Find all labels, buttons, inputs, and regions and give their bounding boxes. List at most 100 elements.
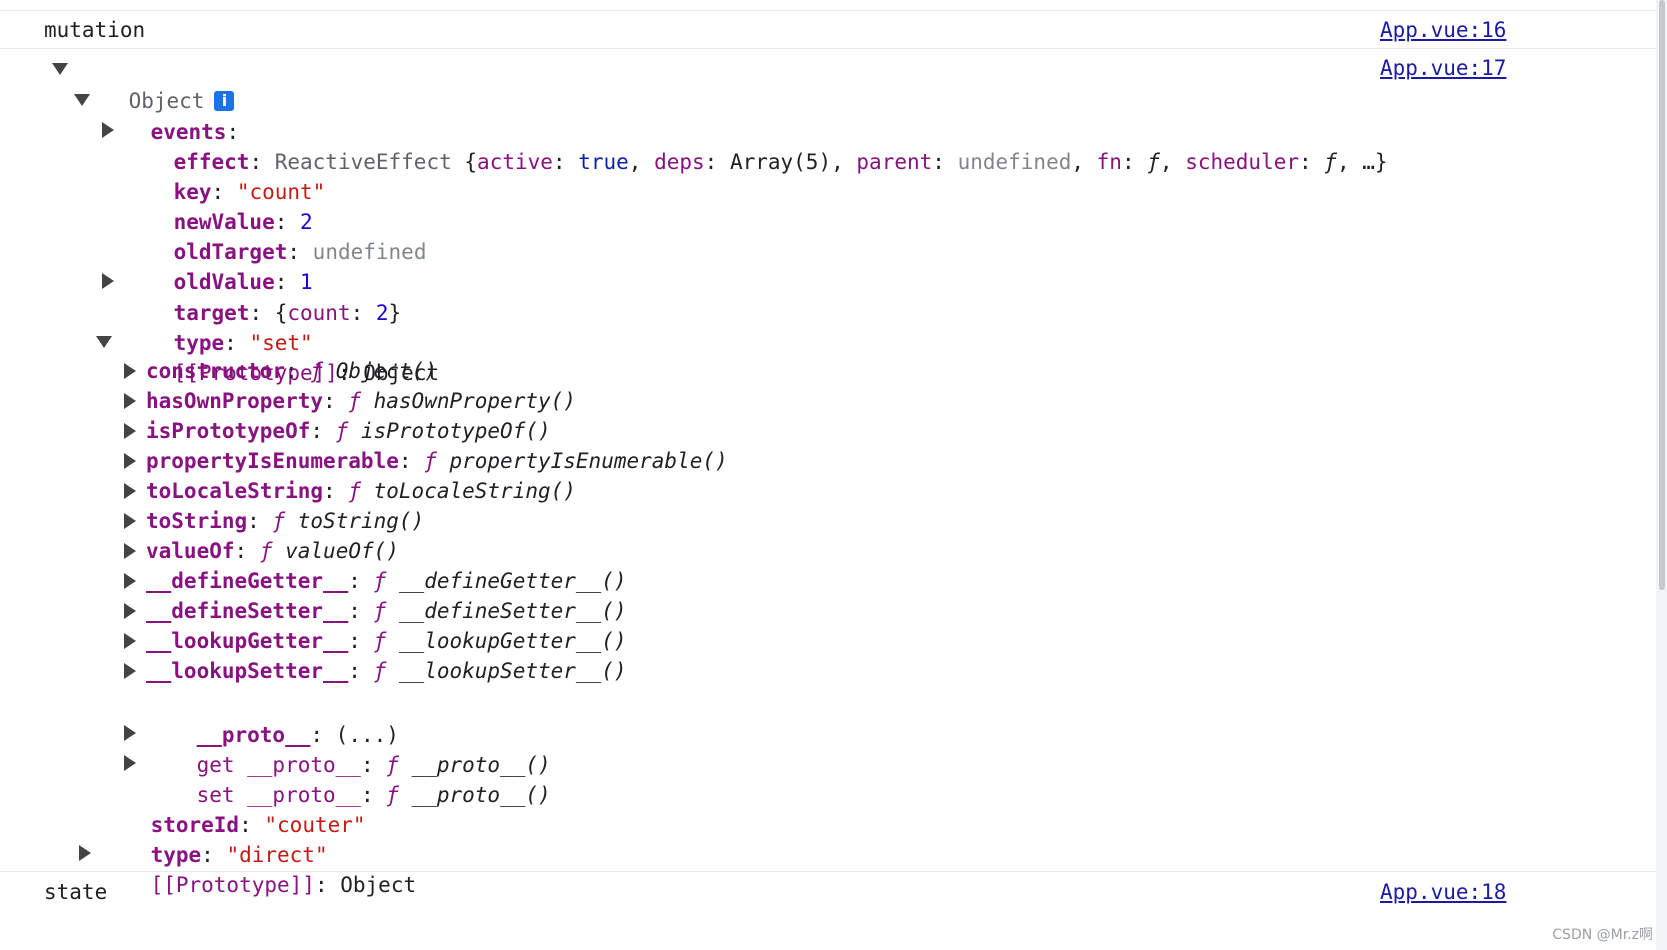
preview-key: deps [654, 150, 705, 174]
function-signature: __lookupSetter__() [398, 659, 627, 683]
prop-storeId: storeId: "couter" [100, 777, 366, 837]
comma: , [831, 150, 857, 174]
preview-value: 2 [375, 301, 389, 325]
prop-effect[interactable]: effect: ReactiveEffect {active: true, de… [123, 114, 1388, 174]
prototype-member[interactable]: __lookupSetter__: ƒ __lookupSetter__() [146, 655, 626, 687]
expand-toggle-icon[interactable] [124, 423, 136, 439]
prop-key: __defineGetter__ [146, 569, 349, 593]
expand-toggle-icon[interactable] [124, 633, 136, 649]
expand-toggle-icon[interactable] [124, 755, 136, 771]
watermark: CSDN @Mr.z啊 [1552, 927, 1653, 943]
prototype-member[interactable]: toLocaleString: ƒ toLocaleString() [146, 475, 576, 507]
prop-target[interactable]: target: {count: 2} [123, 265, 402, 325]
expand-toggle-icon[interactable] [96, 336, 112, 348]
function-signature: __defineGetter__() [398, 569, 627, 593]
source-link[interactable]: App.vue:16 [1380, 18, 1506, 42]
function-icon: ƒ [272, 509, 286, 533]
prototype-member[interactable]: propertyIsEnumerable: ƒ propertyIsEnumer… [146, 445, 728, 477]
expand-toggle-icon[interactable] [124, 393, 136, 409]
brace: } [388, 301, 402, 325]
preview-value: undefined [957, 150, 1072, 174]
expand-toggle-icon[interactable] [124, 363, 136, 379]
colon: : [348, 659, 374, 683]
function-icon: ƒ [335, 419, 349, 443]
function-signature: valueOf() [285, 539, 399, 563]
prototype-member[interactable]: __defineGetter__: ƒ __defineGetter__() [146, 565, 626, 597]
colon: : [1299, 150, 1325, 174]
function-signature: isPrototypeOf() [360, 419, 551, 443]
source-link[interactable]: App.vue:17 [1380, 56, 1506, 80]
prop-prototype-outer[interactable]: [[Prototype]]: Object [100, 837, 417, 897]
prop-proto: __proto__: (...) [146, 687, 399, 747]
scrollbar-thumb[interactable] [1659, 0, 1665, 590]
preview-key: parent [856, 150, 933, 174]
expand-toggle-icon[interactable] [124, 513, 136, 529]
log-text: state [44, 880, 108, 904]
function-icon: ƒ [348, 479, 361, 503]
prototype-member[interactable]: isPrototypeOf: ƒ isPrototypeOf() [146, 415, 551, 447]
prototype-member[interactable]: constructor: ƒ Object() [146, 355, 437, 387]
comma: , [1336, 150, 1363, 174]
expand-toggle-icon[interactable] [124, 725, 136, 741]
expand-toggle-icon[interactable] [52, 63, 68, 75]
preview-key: scheduler [1185, 150, 1299, 174]
colon: : [704, 150, 730, 174]
expand-toggle-icon[interactable] [74, 94, 90, 106]
console-message-mutation: mutation App.vue:16 [0, 10, 1656, 49]
expand-toggle-icon[interactable] [124, 453, 136, 469]
preview-value: Array(5) [729, 150, 832, 174]
prop-get-proto[interactable]: get __proto__: ƒ __proto__() [146, 717, 551, 777]
prototype-member[interactable]: __defineSetter__: ƒ __defineSetter__() [146, 595, 626, 627]
source-link[interactable]: App.vue:18 [1380, 880, 1506, 904]
function-signature: __proto__() [411, 783, 551, 807]
expand-toggle-icon[interactable] [124, 483, 136, 499]
function-signature: propertyIsEnumerable() [449, 449, 728, 473]
preview-key: fn [1096, 150, 1122, 174]
console-message-object: App.vue:17 Object i events: effect: React… [0, 48, 1656, 897]
function-signature: Object() [335, 359, 437, 383]
prop-key: constructor [146, 359, 286, 383]
colon: : [552, 150, 579, 174]
function-signature: toString() [297, 509, 425, 533]
colon: : [323, 389, 349, 413]
prop-set-proto[interactable]: set __proto__: ƒ __proto__() [146, 747, 551, 807]
expand-toggle-icon[interactable] [79, 845, 91, 861]
function-icon: ƒ [373, 599, 387, 623]
brace: } [1374, 150, 1388, 174]
expand-toggle-icon[interactable] [102, 273, 114, 289]
prop-key: toLocaleString [146, 479, 324, 503]
colon: : [932, 150, 958, 174]
expand-toggle-icon[interactable] [102, 122, 114, 138]
prototype-member[interactable]: hasOwnProperty: ƒ hasOwnProperty() [146, 385, 576, 417]
prototype-member[interactable]: toString: ƒ toString() [146, 505, 424, 537]
prop-key: valueOf [146, 539, 235, 563]
prototype-member[interactable]: __lookupGetter__: ƒ __lookupGetter__() [146, 625, 626, 657]
prop-newValue: newValue: 2 [123, 174, 313, 234]
prototype-member[interactable]: valueOf: ƒ valueOf() [146, 535, 399, 567]
prop-key-count: key: "count" [123, 144, 326, 204]
object-root[interactable]: Object i [78, 53, 235, 113]
expand-toggle-icon[interactable] [124, 543, 136, 559]
colon: : [1121, 150, 1148, 174]
comma: , [1071, 150, 1097, 174]
function-icon: ƒ [310, 359, 324, 383]
expand-toggle-icon[interactable] [124, 603, 136, 619]
colon: : [285, 359, 311, 383]
colon: : [398, 449, 425, 473]
prop-key: propertyIsEnumerable [146, 449, 399, 473]
expand-toggle-icon[interactable] [124, 573, 136, 589]
brace: { [451, 150, 478, 174]
function-icon: ƒ [373, 569, 387, 593]
colon: : [234, 539, 260, 563]
prop-prototype[interactable]: [[Prototype]]: Object [123, 325, 440, 385]
expand-toggle-icon[interactable] [124, 663, 136, 679]
prop-events[interactable]: events: [100, 84, 240, 144]
function-signature: __defineSetter__() [398, 599, 627, 623]
comma: , [628, 150, 655, 174]
